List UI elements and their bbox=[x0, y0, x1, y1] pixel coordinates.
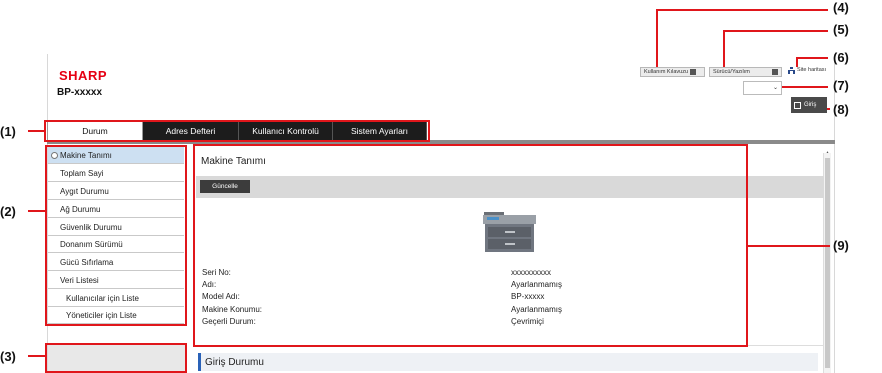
sitemap-icon bbox=[788, 67, 795, 74]
callout-box-sidebar bbox=[45, 145, 187, 326]
callout-line bbox=[723, 30, 725, 67]
login-button[interactable]: Giriş bbox=[791, 97, 827, 113]
language-select[interactable]: ⌄ bbox=[743, 81, 782, 95]
brand-logo: SHARP bbox=[59, 68, 108, 83]
login-button-label: Giriş bbox=[804, 102, 817, 108]
callout-line bbox=[656, 9, 658, 67]
manual-button-label: Kullanım Kılavuzu bbox=[644, 69, 689, 75]
chevron-down-icon: ⌄ bbox=[772, 85, 778, 91]
book-icon bbox=[690, 69, 697, 75]
callout-label-7: (7) bbox=[833, 78, 849, 93]
model-name: BP-xxxxx bbox=[57, 87, 103, 98]
callout-label-4: (4) bbox=[833, 0, 849, 15]
scrollbar-thumb[interactable] bbox=[825, 158, 830, 368]
callout-label-6: (6) bbox=[833, 50, 849, 65]
callout-line bbox=[782, 86, 828, 88]
callout-box-tabs bbox=[44, 120, 430, 142]
callout-line bbox=[656, 9, 828, 11]
callout-line bbox=[827, 108, 830, 110]
callout-line bbox=[28, 210, 45, 212]
callout-line bbox=[28, 130, 44, 132]
callout-box-main bbox=[193, 144, 748, 347]
scrollbar[interactable] bbox=[823, 153, 831, 373]
callout-line bbox=[796, 57, 798, 67]
callout-label-2: (2) bbox=[0, 204, 16, 219]
sitemap-label: Site haritası bbox=[797, 67, 827, 73]
callout-line bbox=[723, 30, 828, 32]
callout-label-3: (3) bbox=[0, 349, 16, 364]
callout-label-8: (8) bbox=[833, 102, 849, 117]
section-title: Giriş Durumu bbox=[205, 357, 264, 368]
login-icon bbox=[794, 101, 801, 109]
callout-line bbox=[796, 57, 828, 59]
driver-button-label: Sürücü/Yazılım bbox=[713, 69, 750, 75]
callout-box-sidebar-footer bbox=[45, 343, 187, 373]
driver-button[interactable]: Sürücü/Yazılım bbox=[709, 67, 782, 77]
sitemap-link[interactable]: Site haritası bbox=[788, 67, 827, 74]
callout-line bbox=[748, 245, 830, 247]
callout-label-9: (9) bbox=[833, 238, 849, 253]
section-header bbox=[198, 353, 818, 371]
manual-button[interactable]: Kullanım Kılavuzu bbox=[640, 67, 705, 77]
callout-label-1: (1) bbox=[0, 124, 16, 139]
download-icon bbox=[772, 69, 778, 75]
callout-line bbox=[28, 355, 45, 357]
callout-label-5: (5) bbox=[833, 22, 849, 37]
